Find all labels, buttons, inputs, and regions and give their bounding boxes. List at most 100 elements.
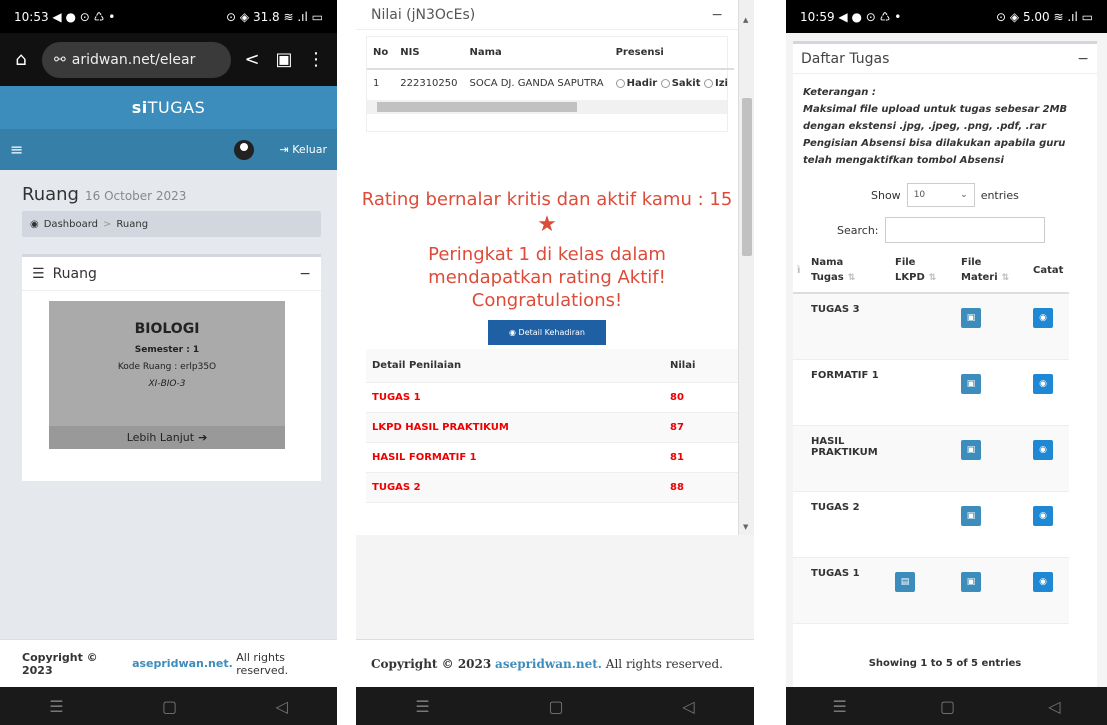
file-materi-icon[interactable]: ▣ [961, 505, 981, 526]
col-first[interactable]: ì [793, 249, 807, 294]
scrollbar-thumb[interactable] [742, 98, 752, 256]
recent-apps-icon[interactable]: ☰ [415, 697, 429, 716]
logout-icon: ⇥ [279, 143, 289, 156]
chevron-down-icon: ⌄ [960, 190, 968, 200]
course-card: BIOLOGI Semester : 1 Kode Ruang : erlp35… [49, 301, 285, 449]
congrats-text: Congratulations! [471, 290, 623, 311]
tugas-box-title: Daftar Tugas [801, 50, 890, 67]
detail-kehadiran-label: Detail Kehadiran [518, 328, 585, 337]
eye-icon: ◉ [509, 328, 516, 337]
url-bar[interactable]: ⚯ aridwan.net/elear [42, 41, 231, 78]
show-entries: Show 10 ⌄ entries [871, 183, 1097, 207]
file-materi-icon[interactable]: ▣ [961, 308, 981, 328]
hamburger-icon[interactable]: ≡ [10, 140, 23, 159]
penilaian-nilai: 87 [664, 412, 738, 443]
url-text: aridwan.net/elear [71, 51, 196, 68]
col-catatan[interactable]: Catat [1029, 249, 1069, 294]
site-settings-icon[interactable]: ⚯ [54, 52, 66, 68]
sort-icon: ⇅ [847, 273, 856, 283]
brand-rest: TUGAS [147, 98, 206, 117]
cell-no: 1 [373, 78, 380, 89]
collapse-icon[interactable]: − [1077, 51, 1089, 67]
browser-toolbar: ⌂ ⚯ aridwan.net/elear < ▣ ⋮ [0, 33, 337, 86]
file-materi-icon[interactable]: ▣ [961, 571, 981, 592]
scrollbar-thumb[interactable] [377, 102, 577, 112]
dashboard-icon: ◉ [30, 218, 39, 230]
home-button-icon[interactable]: ▢ [940, 697, 955, 716]
home-icon[interactable]: ⌂ [10, 49, 32, 70]
entries-select[interactable]: 10 ⌄ [906, 183, 975, 207]
logout-label: Keluar [292, 143, 327, 156]
home-button-icon[interactable]: ▢ [548, 697, 563, 716]
col-file-materi-label: File Materi [961, 257, 998, 283]
recent-apps-icon[interactable]: ☰ [833, 697, 847, 716]
footer: Copyright © 2023 asepridwan.net. All rig… [0, 639, 337, 687]
collapse-icon[interactable]: − [299, 266, 311, 282]
file-materi-icon[interactable]: ▣ [961, 373, 981, 394]
logout-button[interactable]: ⇥ Keluar [280, 143, 327, 156]
col-file-materi[interactable]: File Materi ⇅ [957, 249, 1029, 294]
back-icon[interactable]: ◁ [1048, 697, 1060, 716]
col-presensi: Presensi [609, 37, 734, 70]
menu-icon[interactable]: ⋮ [305, 49, 327, 70]
table-row: HASIL PRAKTIKUM ▣ ◉ [793, 425, 1069, 492]
footer-suffix: All rights reserved. [605, 656, 723, 671]
penilaian-nilai: 80 [664, 382, 738, 413]
ket-line: telah mengaktifkan tombol Absensi [803, 155, 1004, 166]
ket-title: Keterangan : [803, 87, 876, 98]
view-icon[interactable]: ◉ [1033, 373, 1053, 394]
nilai-content: Nilai (jN3OcEs) − No NIS Nama Presensi 1… [356, 0, 738, 535]
col-nama-tugas[interactable]: Nama Tugas ⇅ [807, 249, 891, 294]
avatar[interactable] [233, 139, 254, 160]
view-icon[interactable]: ◉ [1033, 308, 1053, 328]
footer: Copyright © 2023 asepridwan.net. All rig… [356, 639, 754, 687]
table-row: 1 222310250 SOCA DJ. GANDA SAPUTRA Hadir… [367, 69, 734, 97]
search-label: Search: [837, 223, 879, 237]
entries-label: entries [980, 188, 1019, 202]
nilai-box-title: Nilai (jN3OcEs) [371, 6, 476, 23]
table-row: LKPD HASIL PRAKTIKUM 87 [366, 412, 738, 443]
footer-suffix: All rights reserved. [236, 650, 289, 677]
collapse-icon[interactable]: − [711, 7, 723, 23]
footer-link[interactable]: asepridwan.net. [132, 657, 233, 670]
radio-hadir[interactable] [615, 78, 625, 88]
top-navbar: ≡ ⇥ Keluar [0, 129, 337, 170]
breadcrumb-separator: > [103, 218, 112, 230]
horizontal-scrollbar[interactable] [367, 100, 727, 114]
search-input[interactable] [884, 217, 1045, 243]
penilaian-name: LKPD HASIL PRAKTIKUM [366, 412, 664, 443]
back-icon[interactable]: ◁ [275, 697, 287, 716]
file-lkpd-icon[interactable]: ▤ [895, 571, 915, 592]
vertical-scrollbar[interactable]: ▲ ▼ [738, 0, 754, 535]
recent-apps-icon[interactable]: ☰ [49, 697, 63, 716]
radio-sakit[interactable] [660, 78, 670, 88]
radio-izin[interactable] [704, 78, 713, 88]
cell-presensi: Hadir Sakit Izi [610, 69, 734, 97]
col-file-lkpd[interactable]: File LKPD ⇅ [891, 249, 957, 294]
view-icon[interactable]: ◉ [1033, 571, 1053, 592]
file-materi-icon[interactable]: ▣ [961, 439, 981, 460]
footer-link[interactable]: asepridwan.net. [495, 657, 602, 671]
share-icon[interactable]: < [241, 49, 263, 70]
view-icon[interactable]: ◉ [1033, 439, 1053, 460]
breadcrumb-dashboard[interactable]: Dashboard [44, 219, 98, 230]
home-button-icon[interactable]: ▢ [162, 697, 177, 716]
scroll-up-icon[interactable]: ▲ [743, 16, 748, 24]
col-detail-penilaian: Detail Penilaian [366, 349, 664, 383]
view-icon[interactable]: ◉ [1033, 505, 1053, 526]
search-row: Search: [837, 217, 1097, 243]
penilaian-name: TUGAS 1 [366, 382, 664, 413]
tugas-name: HASIL PRAKTIKUM [807, 425, 891, 492]
app-logo[interactable]: si TUGAS [0, 86, 337, 129]
status-icons: ◀ ● ⊙ ♺ • [838, 9, 902, 24]
tabs-icon[interactable]: ▣ [273, 49, 295, 70]
cell-nama: SOCA DJ. GANDA SAPUTRA [469, 78, 604, 89]
scroll-down-icon[interactable]: ▼ [743, 523, 748, 531]
back-icon[interactable]: ◁ [682, 697, 694, 716]
course-code: Kode Ruang : erlp35O [117, 362, 217, 372]
lebih-lanjut-link[interactable]: Lebih Lanjut ➔ [49, 426, 285, 449]
nilai-box-header: Nilai (jN3OcEs) − [356, 0, 738, 30]
lebih-lanjut-label: Lebih Lanjut [126, 431, 195, 444]
ruang-box-header: ☰ Ruang − [22, 257, 321, 291]
detail-kehadiran-button[interactable]: ◉ Detail Kehadiran [488, 320, 606, 345]
